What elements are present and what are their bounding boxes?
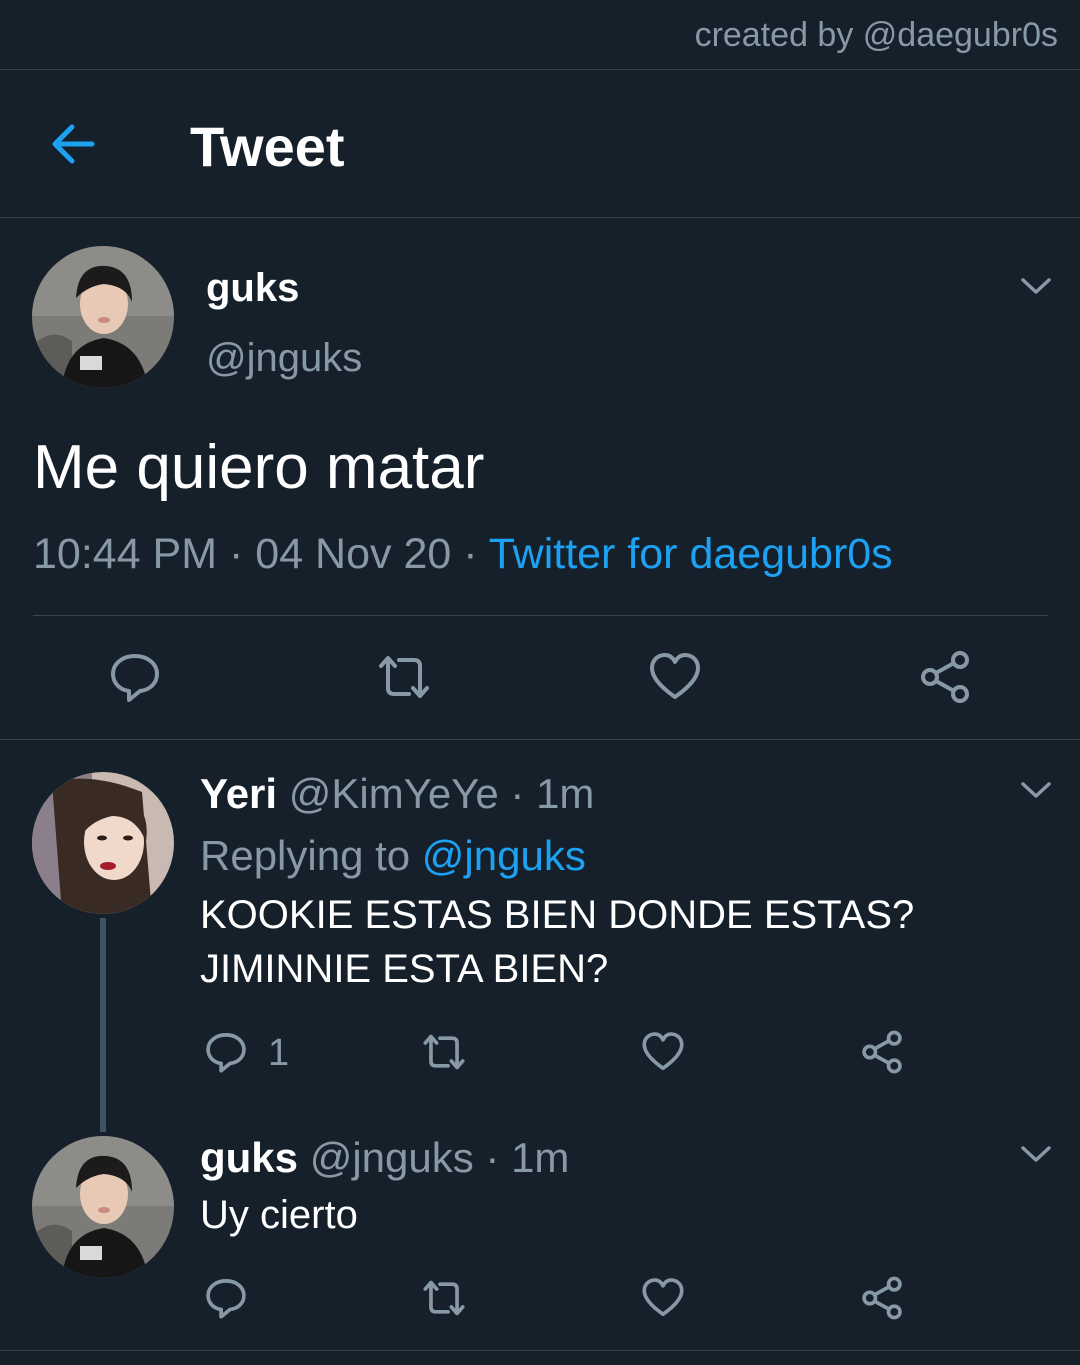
back-arrow-icon[interactable] (44, 114, 104, 174)
tweet-meta: 10:44 PM · 04 Nov 20 · Twitter for daegu… (33, 530, 893, 579)
avatar-guks[interactable] (32, 1136, 174, 1278)
replying-to: Replying to @jnguks (200, 832, 586, 880)
credit-bar: created by @daegubr0s (0, 0, 1080, 70)
page-title: Tweet (190, 115, 345, 178)
reply-text: Uy cierto (200, 1188, 358, 1242)
reply-author-handle[interactable]: @jnguks · 1m (310, 1134, 570, 1181)
tweet-source-link[interactable]: Twitter for daegubr0s (489, 530, 893, 578)
author-handle[interactable]: @jnguks (206, 336, 362, 381)
retweet-icon[interactable] (422, 1030, 466, 1074)
credit-text: created by @daegubr0s (694, 16, 1058, 54)
tweet-text: Me quiero matar (33, 433, 485, 502)
retweet-icon[interactable] (377, 650, 431, 704)
replying-to-mention[interactable]: @jnguks (422, 832, 586, 879)
reply-text: KOOKIE ESTAS BIEN DONDE ESTAS? JIMINNIE … (200, 888, 914, 996)
share-icon[interactable] (860, 1030, 904, 1074)
meta-separator: · (217, 530, 256, 578)
reply-icon[interactable] (204, 1276, 248, 1320)
reply-text-line: Uy cierto (200, 1193, 358, 1237)
reply-icon[interactable] (108, 650, 162, 704)
like-icon[interactable] (648, 650, 702, 704)
share-icon[interactable] (918, 650, 972, 704)
reply-author-handle[interactable]: @KimYeYe · 1m (289, 770, 595, 817)
meta-separator: · (451, 530, 489, 578)
share-icon[interactable] (860, 1276, 904, 1320)
author-name[interactable]: guks (206, 266, 299, 311)
reply-text-line: JIMINNIE ESTA BIEN? (200, 947, 609, 991)
chevron-down-icon[interactable] (1020, 780, 1052, 800)
thread-line (100, 918, 106, 1132)
retweet-icon[interactable] (422, 1276, 466, 1320)
reply-count: 1 (268, 1032, 290, 1074)
replying-to-prefix: Replying to (200, 832, 422, 879)
avatar-yeri[interactable] (32, 772, 174, 914)
divider (33, 615, 1048, 616)
reply-header: Yeri @KimYeYe · 1m (200, 770, 594, 818)
header: Tweet (0, 70, 1080, 218)
tweet-date: 04 Nov 20 (255, 530, 452, 578)
reply-text-line: KOOKIE ESTAS BIEN DONDE ESTAS? (200, 893, 915, 937)
like-icon[interactable] (641, 1030, 685, 1074)
chevron-down-icon[interactable] (1020, 1144, 1052, 1164)
divider (0, 739, 1080, 740)
tweet-time: 10:44 PM (33, 530, 218, 578)
reply-icon[interactable] (204, 1030, 248, 1074)
like-icon[interactable] (641, 1276, 685, 1320)
reply-author-name[interactable]: guks (200, 1134, 298, 1181)
reply-author-name[interactable]: Yeri (200, 770, 277, 817)
avatar-guks[interactable] (32, 246, 174, 388)
divider (0, 1350, 1080, 1351)
reply-header: guks @jnguks · 1m (200, 1134, 569, 1182)
chevron-down-icon[interactable] (1020, 276, 1052, 296)
